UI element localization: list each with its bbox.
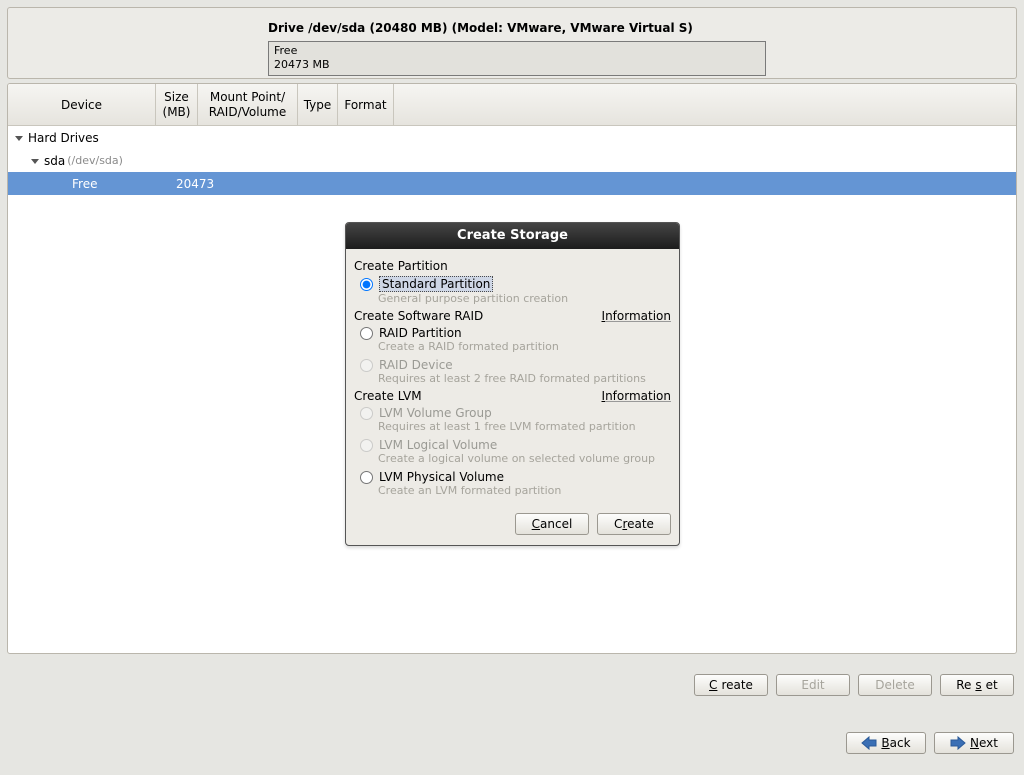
dialog-cancel-button[interactable]: Cancel — [515, 513, 589, 535]
radio-input — [360, 439, 373, 452]
lvm-information-link[interactable]: Information — [602, 389, 671, 403]
edit-button: Edit — [776, 674, 850, 696]
drive-free-size: 20473 MB — [274, 58, 760, 72]
section-create-lvm: Create LVM Information — [354, 389, 671, 403]
tree-label: Free — [70, 177, 97, 191]
radio-label: LVM Logical Volume — [379, 438, 497, 452]
radio-raid-partition[interactable]: RAID Partition — [354, 323, 671, 341]
next-button[interactable]: Next — [934, 732, 1014, 754]
drive-free-label: Free — [274, 44, 760, 58]
tree-label: Hard Drives — [26, 131, 99, 145]
radio-lvm-logical-volume: LVM Logical Volume — [354, 435, 671, 453]
radio-desc: Create a logical volume on selected volu… — [378, 452, 671, 465]
arrow-left-icon — [861, 736, 877, 750]
dialog-create-button[interactable]: Create — [597, 513, 671, 535]
back-button[interactable]: Back — [846, 732, 926, 754]
bottom-actions-row: Create Edit Delete Reset — [694, 674, 1014, 696]
tree-row-free[interactable]: Free 20473 — [8, 172, 1016, 195]
disclosure-triangle-icon[interactable] — [28, 154, 42, 168]
col-mount[interactable]: Mount Point/ RAID/Volume — [198, 84, 298, 125]
drive-title: Drive /dev/sda (20480 MB) (Model: VMware… — [268, 21, 1004, 35]
tree-free-size: 20473 — [176, 177, 214, 191]
tree-label: sda — [42, 154, 65, 168]
radio-lvm-volume-group: LVM Volume Group — [354, 403, 671, 421]
drive-free-box[interactable]: Free 20473 MB — [268, 41, 766, 76]
radio-input[interactable] — [360, 471, 373, 484]
disclosure-triangle-icon[interactable] — [12, 131, 26, 145]
radio-input — [360, 407, 373, 420]
dialog-title: Create Storage — [346, 223, 679, 249]
radio-input[interactable] — [360, 327, 373, 340]
radio-desc: Requires at least 2 free RAID formated p… — [378, 372, 671, 385]
device-tree: Hard Drives sda (/dev/sda) Free 20473 — [8, 126, 1016, 195]
tree-row-sda[interactable]: sda (/dev/sda) — [8, 149, 1016, 172]
radio-input[interactable] — [360, 278, 373, 291]
radio-label: RAID Partition — [379, 326, 462, 340]
radio-standard-partition[interactable]: Standard Partition — [354, 273, 671, 293]
radio-raid-device: RAID Device — [354, 355, 671, 373]
section-create-raid: Create Software RAID Information — [354, 309, 671, 323]
tree-row-hard-drives[interactable]: Hard Drives — [8, 126, 1016, 149]
col-format[interactable]: Format — [338, 84, 394, 125]
arrow-right-icon — [950, 736, 966, 750]
tree-sda-path: (/dev/sda) — [67, 154, 123, 167]
radio-desc: Requires at least 1 free LVM formated pa… — [378, 420, 671, 433]
radio-label: LVM Physical Volume — [379, 470, 504, 484]
radio-label: RAID Device — [379, 358, 453, 372]
delete-button: Delete — [858, 674, 932, 696]
reset-button[interactable]: Reset — [940, 674, 1014, 696]
section-create-partition: Create Partition — [354, 259, 671, 273]
radio-lvm-physical-volume[interactable]: LVM Physical Volume — [354, 467, 671, 485]
radio-desc: Create a RAID formated partition — [378, 340, 671, 353]
dialog-button-row: Cancel Create — [346, 505, 679, 545]
raid-information-link[interactable]: Information — [602, 309, 671, 323]
radio-desc: General purpose partition creation — [378, 292, 671, 305]
radio-label: LVM Volume Group — [379, 406, 492, 420]
drive-summary-panel: Drive /dev/sda (20480 MB) (Model: VMware… — [7, 7, 1017, 79]
create-button[interactable]: Create — [694, 674, 768, 696]
radio-desc: Create an LVM formated partition — [378, 484, 671, 497]
create-storage-dialog: Create Storage Create Partition Standard… — [345, 222, 680, 546]
col-size[interactable]: Size (MB) — [156, 84, 198, 125]
radio-input — [360, 359, 373, 372]
partition-table-header: Device Size (MB) Mount Point/ RAID/Volum… — [8, 84, 1016, 126]
dialog-body: Create Partition Standard Partition Gene… — [346, 249, 679, 505]
wizard-nav-row: Back Next — [846, 732, 1014, 754]
col-device[interactable]: Device — [8, 84, 156, 125]
radio-label: Standard Partition — [379, 276, 493, 292]
col-type[interactable]: Type — [298, 84, 338, 125]
